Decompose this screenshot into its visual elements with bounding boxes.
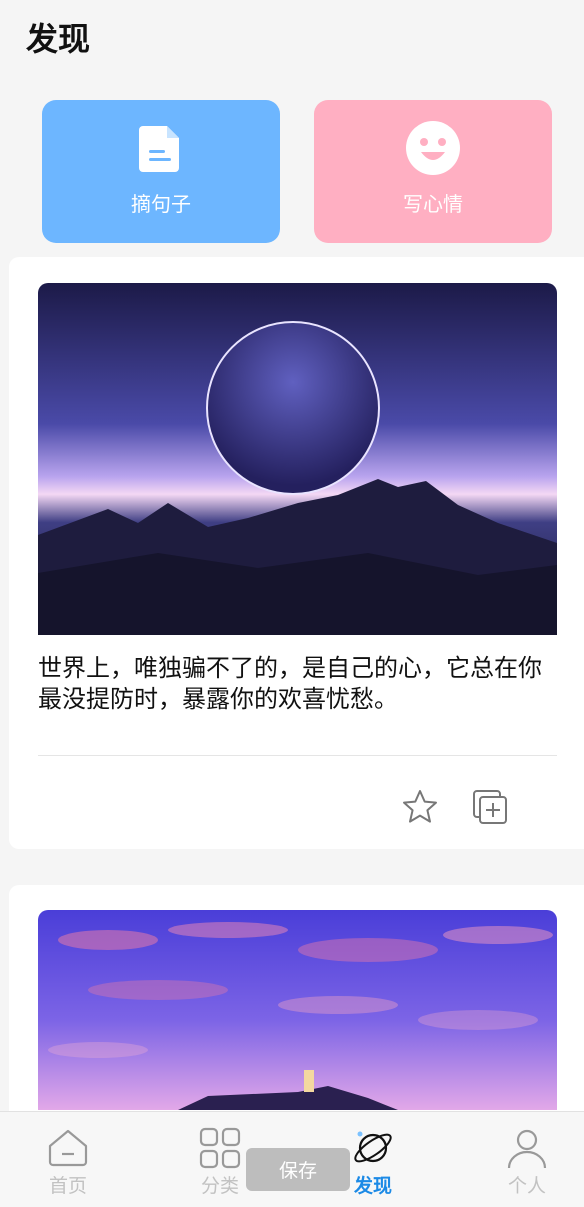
copy-add-icon[interactable] <box>470 787 510 827</box>
write-quote-button[interactable]: 摘句子 <box>42 100 280 243</box>
tab-label: 个人 <box>507 1175 546 1197</box>
feed-card[interactable] <box>9 885 584 1145</box>
planet-icon <box>354 1131 392 1163</box>
smile-icon <box>406 121 460 175</box>
write-mood-button[interactable]: 写心情 <box>314 100 552 243</box>
tab-label: 分类 <box>200 1175 239 1197</box>
home-icon <box>48 1129 88 1167</box>
grid-icon <box>199 1127 241 1169</box>
card-image <box>38 283 557 635</box>
tab-profile[interactable]: 个人 <box>477 1112 577 1207</box>
tab-label: 首页 <box>48 1175 87 1197</box>
feed-card[interactable]: 世界上，唯独骗不了的，是自己的心，它总在你最没提防时，暴露你的欢喜忧愁。 <box>9 257 584 849</box>
person-icon <box>507 1129 547 1169</box>
card-divider <box>38 755 557 756</box>
star-icon[interactable] <box>400 787 440 827</box>
tab-label: 发现 <box>353 1175 392 1197</box>
write-mood-label: 写心情 <box>403 192 463 216</box>
write-quote-label: 摘句子 <box>131 192 191 216</box>
card-quote-text: 世界上，唯独骗不了的，是自己的心，它总在你最没提防时，暴露你的欢喜忧愁。 <box>38 654 542 713</box>
page-title: 发现 <box>26 20 91 58</box>
save-toast: 保存 <box>246 1148 350 1191</box>
card-image <box>38 910 557 1110</box>
tab-home[interactable]: 首页 <box>18 1112 118 1207</box>
document-icon <box>139 126 179 172</box>
